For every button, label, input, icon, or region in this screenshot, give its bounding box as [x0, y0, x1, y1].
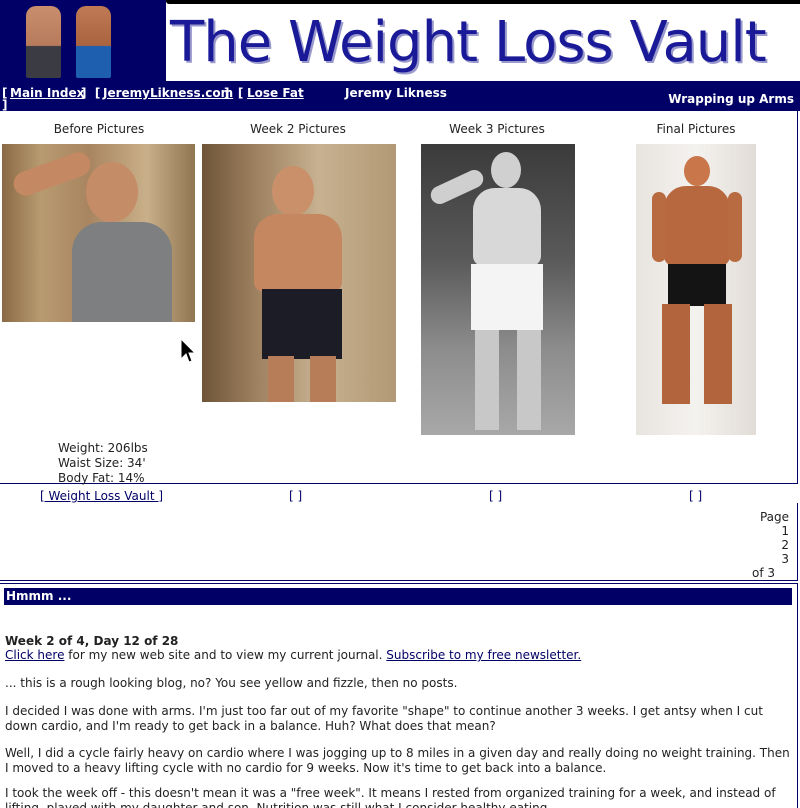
- pager-box: Page 1 2 3 of 3: [0, 503, 798, 581]
- caption-final: Final Pictures: [656, 122, 736, 136]
- pager-label: Page: [759, 510, 789, 524]
- pictures-section: Before Pictures Week 2 Pictures Week 3 P…: [0, 111, 798, 486]
- week3-photo[interactable]: [421, 144, 575, 435]
- pager-page-2[interactable]: 2: [781, 538, 789, 552]
- nav-link-lose-fat[interactable]: Lose Fat: [247, 86, 304, 100]
- caption-week3: Week 3 Pictures: [449, 122, 545, 136]
- header-top-border: [166, 0, 800, 4]
- stat-body-fat: Body Fat: 14%: [58, 471, 145, 485]
- post-paragraph: ... this is a rough looking blog, no? Yo…: [5, 676, 458, 690]
- stat-waist: Waist Size: 34': [58, 456, 146, 470]
- post-paragraph: I took the week off - this doesn't mean …: [5, 786, 776, 808]
- pager-page-1[interactable]: 1: [781, 524, 789, 538]
- pager-of: of 3: [751, 566, 775, 580]
- nav-bracket: ] [: [224, 86, 244, 100]
- author-name: Jeremy Likness: [345, 86, 447, 100]
- pager-page-3[interactable]: 3: [781, 552, 789, 566]
- caption-before: Before Pictures: [53, 122, 145, 136]
- before-figure-image: [26, 6, 61, 78]
- post-links-line: Click here for my new web site and to vi…: [5, 648, 795, 663]
- nav-bar: [ Main Index ] [ JeremyLikness.com ] [ L…: [0, 81, 800, 112]
- weight-loss-vault-link[interactable]: [ Weight Loss Vault ]: [40, 489, 163, 503]
- stat-weight: Weight: 206lbs: [58, 441, 148, 455]
- nav-bracket: ]: [2, 98, 8, 112]
- post-paragraph: Well, I did a cycle fairly heavy on card…: [5, 746, 790, 775]
- final-photo[interactable]: [636, 144, 756, 435]
- site-title: The Weight Loss Vault: [170, 10, 767, 75]
- post-paragraph: I decided I was done with arms. I'm just…: [5, 704, 763, 733]
- post-title: Hmmm ...: [4, 588, 792, 605]
- empty-link[interactable]: [ ]: [689, 489, 702, 503]
- before-photo[interactable]: [2, 144, 195, 322]
- blog-post: Hmmm ... Week 2 of 4, Day 12 of 28 Click…: [0, 583, 798, 808]
- click-here-link[interactable]: Click here: [5, 648, 64, 662]
- after-figure-image: [76, 6, 111, 78]
- stats-block: Weight: 206lbs Waist Size: 34' Body Fat:…: [58, 441, 148, 486]
- post-subtitle: Week 2 of 4, Day 12 of 28: [5, 634, 179, 648]
- page-title: Wrapping up Arms: [668, 92, 794, 106]
- header-logo-photo: [0, 0, 166, 81]
- mouse-cursor-icon: [180, 338, 196, 363]
- nav-link-main-index[interactable]: Main Index: [10, 86, 84, 100]
- week2-photo[interactable]: [202, 144, 396, 402]
- empty-link[interactable]: [ ]: [289, 489, 302, 503]
- empty-link[interactable]: [ ]: [489, 489, 502, 503]
- nav-bracket: ] [: [81, 86, 101, 100]
- nav-link-jeremylikness[interactable]: JeremyLikness.com: [103, 86, 233, 100]
- caption-week2: Week 2 Pictures: [250, 122, 346, 136]
- subscribe-link[interactable]: Subscribe to my free newsletter.: [386, 648, 581, 662]
- click-here-text: for my new web site and to view my curre…: [64, 648, 387, 662]
